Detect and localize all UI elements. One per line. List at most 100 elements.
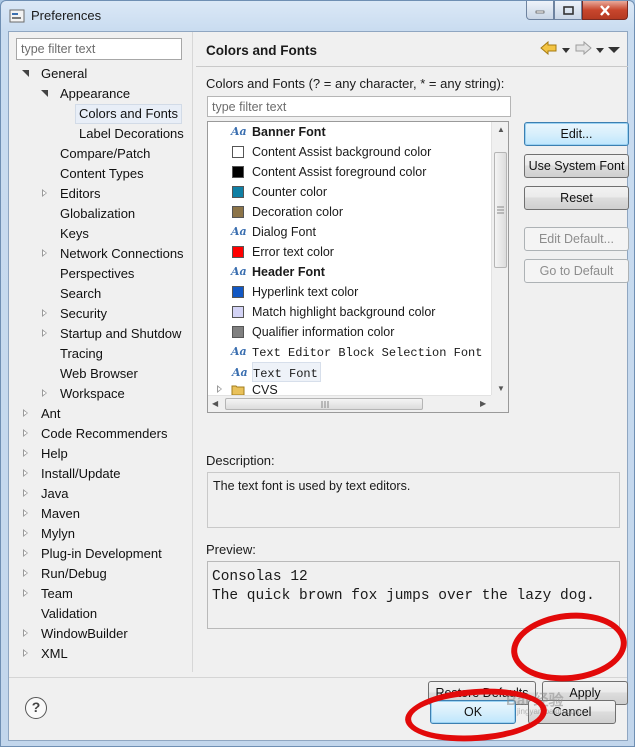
- color-font-item-label: Text Font: [253, 367, 318, 381]
- collapsed-arrow-icon[interactable]: [21, 649, 31, 659]
- color-font-item[interactable]: Hyperlink text color: [232, 282, 359, 302]
- tree-item-label: Label Decorations: [79, 126, 184, 141]
- scroll-corner: [491, 395, 508, 412]
- collapsed-arrow-icon[interactable]: [21, 629, 31, 639]
- collapsed-arrow-icon[interactable]: [21, 409, 31, 419]
- reset-button[interactable]: Reset: [524, 186, 629, 210]
- color-font-item[interactable]: Aa Text Editor Block Selection Font: [231, 342, 482, 362]
- history-navigation: [540, 40, 620, 58]
- go-to-default-button[interactable]: Go to Default: [524, 259, 629, 283]
- color-font-item-label: Error text color: [252, 245, 334, 259]
- preference-page: Colors and Fonts (? = any character, * =…: [196, 67, 629, 705]
- color-font-item-label: Decoration color: [252, 205, 344, 219]
- horizontal-scrollbar[interactable]: ◀ ▶: [208, 395, 491, 412]
- color-font-item[interactable]: Error text color: [232, 242, 334, 262]
- collapsed-arrow-icon[interactable]: [215, 385, 225, 395]
- tree-item-label: WindowBuilder: [41, 626, 128, 641]
- color-font-item[interactable]: Qualifier information color: [232, 322, 395, 342]
- collapsed-arrow-icon[interactable]: [21, 589, 31, 599]
- font-icon: Aa: [231, 265, 247, 278]
- tree-item-label: Team: [41, 586, 73, 601]
- filter-caption: Colors and Fonts (? = any character, * =…: [206, 76, 505, 91]
- forward-arrow-icon[interactable]: [574, 40, 592, 58]
- collapsed-arrow-icon[interactable]: [21, 569, 31, 579]
- edit-button[interactable]: Edit...: [524, 122, 629, 146]
- grip-icon: [321, 401, 329, 408]
- minimize-button[interactable]: [526, 1, 554, 20]
- color-font-item[interactable]: Content Assist background color: [232, 142, 432, 162]
- expanded-arrow-icon[interactable]: [40, 89, 50, 99]
- collapsed-arrow-icon[interactable]: [21, 469, 31, 479]
- preferences-app-icon: [9, 9, 25, 23]
- tree-item-label: Compare/Patch: [60, 146, 151, 161]
- collapsed-arrow-icon[interactable]: [40, 329, 50, 339]
- color-font-item[interactable]: Aa Text Font: [232, 362, 321, 382]
- color-font-item[interactable]: Decoration color: [232, 202, 344, 222]
- color-swatch-icon: [232, 306, 244, 318]
- collapsed-arrow-icon[interactable]: [21, 529, 31, 539]
- preview-label: Preview:: [206, 542, 256, 557]
- view-menu-icon[interactable]: [608, 42, 620, 57]
- expanded-arrow-icon[interactable]: [21, 69, 31, 79]
- tree-item-label: Network Connections: [60, 246, 184, 261]
- color-font-item[interactable]: Aa Dialog Font: [231, 222, 316, 242]
- colors-filter-input[interactable]: type filter text: [207, 96, 511, 117]
- tree-item-label: Workspace: [60, 386, 125, 401]
- collapsed-arrow-icon[interactable]: [40, 189, 50, 199]
- back-menu-chevron-icon[interactable]: [562, 42, 570, 57]
- font-icon: Aa: [231, 345, 247, 358]
- collapsed-arrow-icon[interactable]: [40, 389, 50, 399]
- collapsed-arrow-icon[interactable]: [21, 489, 31, 499]
- back-arrow-icon[interactable]: [540, 40, 558, 58]
- tree-filter-input[interactable]: type filter text: [16, 38, 182, 60]
- color-font-item-label: Qualifier information color: [252, 325, 395, 339]
- tree-item-label: Globalization: [60, 206, 136, 221]
- page-header: Colors and Fonts: [196, 32, 628, 66]
- tree-item-label: Colors and Fonts: [75, 104, 182, 124]
- collapsed-arrow-icon[interactable]: [21, 429, 31, 439]
- color-font-item-label: Content Assist background color: [252, 145, 432, 159]
- edit-default-button[interactable]: Edit Default...: [524, 227, 629, 251]
- collapsed-arrow-icon[interactable]: [21, 449, 31, 459]
- scroll-left-arrow-icon[interactable]: ◀: [212, 399, 218, 408]
- tree-item-label: Code Recommenders: [41, 426, 168, 441]
- tree-item-label: Content Types: [60, 166, 144, 181]
- window-controls: [526, 1, 628, 20]
- preference-tree[interactable]: General Appearance Colors and Fonts Label D…: [15, 64, 186, 670]
- scroll-down-arrow-icon[interactable]: ▼: [497, 384, 505, 393]
- colors-fonts-tree[interactable]: Aa Banner Font Content Assist background c…: [207, 121, 509, 413]
- color-font-item-label: Banner Font: [252, 125, 326, 139]
- ok-button[interactable]: OK: [430, 700, 516, 724]
- color-font-item-label: Content Assist foreground color: [252, 165, 427, 179]
- forward-menu-chevron-icon[interactable]: [596, 42, 604, 57]
- close-button[interactable]: [582, 1, 628, 20]
- vertical-scrollbar[interactable]: ▲ ▼: [491, 122, 508, 397]
- scroll-up-arrow-icon[interactable]: ▲: [497, 125, 505, 134]
- color-font-item[interactable]: Aa Banner Font: [231, 122, 326, 142]
- tree-item-label: Ant: [41, 406, 61, 421]
- color-font-item[interactable]: Match highlight background color: [232, 302, 435, 322]
- collapsed-arrow-icon[interactable]: [21, 549, 31, 559]
- use-system-font-button[interactable]: Use System Font: [524, 154, 629, 178]
- collapsed-arrow-icon[interactable]: [40, 309, 50, 319]
- help-icon[interactable]: ?: [25, 697, 47, 719]
- color-font-item-label: Hyperlink text color: [252, 285, 359, 299]
- scroll-right-arrow-icon[interactable]: ▶: [480, 399, 486, 408]
- collapsed-arrow-icon[interactable]: [21, 509, 31, 519]
- page-title: Colors and Fonts: [206, 43, 317, 58]
- tree-item-label: Maven: [41, 506, 81, 521]
- color-font-item[interactable]: Aa Header Font: [231, 262, 325, 282]
- collapsed-arrow-icon[interactable]: [40, 249, 50, 259]
- description-text: The text font is used by text editors.: [207, 472, 620, 528]
- horizontal-scroll-thumb[interactable]: [225, 398, 423, 410]
- grip-icon: [497, 206, 504, 214]
- cancel-button[interactable]: Cancel: [528, 700, 616, 724]
- tree-item-label: Help: [41, 446, 68, 461]
- color-font-item[interactable]: Counter color: [232, 182, 327, 202]
- title-bar[interactable]: Preferences: [1, 1, 634, 31]
- vertical-scroll-thumb[interactable]: [494, 152, 507, 268]
- maximize-button[interactable]: [554, 1, 582, 20]
- tree-item-label: Tracing: [60, 346, 103, 361]
- preview-text: Consolas 12 The quick brown fox jumps ov…: [207, 561, 620, 629]
- color-font-item[interactable]: Content Assist foreground color: [232, 162, 427, 182]
